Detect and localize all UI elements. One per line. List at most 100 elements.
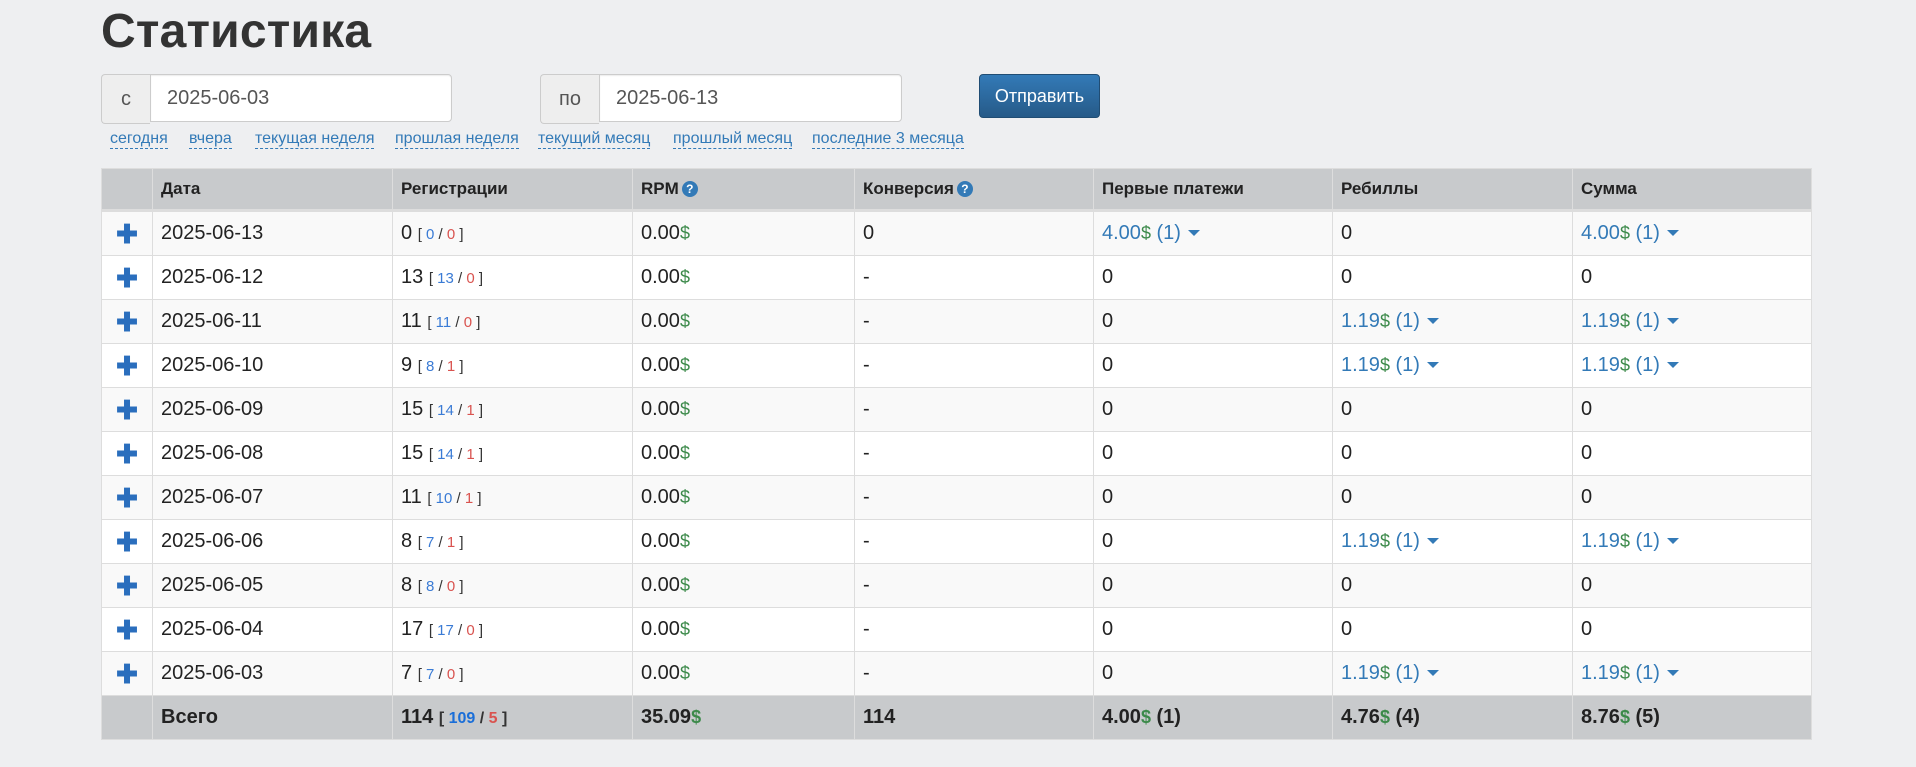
sum-amount: 1.19 [1581, 310, 1620, 332]
reg-b: 0 [466, 622, 475, 639]
expand-plus-icon[interactable]: ✚ [110, 573, 144, 599]
expand-plus-icon[interactable]: ✚ [110, 221, 144, 247]
currency-sign: $ [691, 707, 702, 727]
quick-link-last-month[interactable]: прошлый месяц [673, 130, 793, 149]
help-icon[interactable]: ? [681, 181, 698, 197]
expand-cell: ✚ [101, 475, 153, 520]
rpm-cell: 0.00$ [632, 651, 855, 696]
reg-total: 8 [401, 530, 413, 552]
sum-dropdown[interactable]: 1.19$ (1) [1581, 530, 1679, 552]
currency-sign: $ [1619, 663, 1630, 683]
reg-total: 7 [401, 662, 413, 684]
expand-plus-icon[interactable]: ✚ [110, 265, 144, 291]
rpm-value: 0.00 [641, 530, 680, 552]
expand-cell: ✚ [101, 519, 153, 564]
first-payments-cell: 0 [1093, 607, 1333, 652]
expand-cell: ✚ [101, 651, 153, 696]
registrations-cell: 11 [ 10 / 1 ] [392, 475, 633, 520]
reg-b: 0 [446, 226, 456, 243]
table-row: ✚ 2025-06-07 11 [ 10 / 1 ] 0.00$ -0 0 0 [101, 475, 1812, 520]
conversion-cell: - [854, 475, 1094, 520]
first-payments-dropdown[interactable]: 4.00$ (1) [1102, 222, 1200, 244]
first-payments-value: 0 [1102, 442, 1114, 464]
reg-a: 11 [435, 314, 452, 331]
currency-sign: $ [679, 575, 690, 595]
currency-sign: $ [679, 487, 690, 507]
first-payments-cell: 0 [1093, 387, 1333, 432]
sum-dropdown[interactable]: 1.19$ (1) [1581, 662, 1679, 684]
quick-link-yesterday[interactable]: вчера [189, 130, 232, 149]
rebills-cell: 0 [1332, 255, 1573, 300]
rpm-cell: 0.00$ [632, 343, 855, 388]
date-cell: 2025-06-03 [152, 651, 393, 696]
quick-link-today[interactable]: сегодня [110, 130, 168, 149]
expand-cell: ✚ [101, 299, 153, 344]
reg-b: 1 [466, 446, 475, 463]
reg-a: 7 [426, 534, 435, 551]
date-to-label: по [540, 74, 599, 124]
sum-cell: 1.19$ (1) [1572, 343, 1812, 388]
expand-plus-icon[interactable]: ✚ [110, 397, 144, 423]
currency-sign: $ [679, 223, 690, 243]
reg-breakdown: [ 10 / 1 ] [427, 490, 482, 507]
header-date: Дата [152, 168, 393, 212]
date-to-input[interactable] [599, 74, 902, 122]
rpm-cell: 0.00$ [632, 210, 855, 256]
reg-breakdown: [ 7 / 0 ] [417, 666, 464, 683]
help-icon[interactable]: ? [956, 181, 973, 197]
first-payments-value: 0 [1102, 398, 1114, 420]
rebills-dropdown[interactable]: 1.19$ (1) [1341, 354, 1439, 376]
rebills-cell: 1.19$ (1) [1332, 519, 1573, 564]
conversion-cell: - [854, 519, 1094, 564]
rpm-value: 0.00 [641, 662, 680, 684]
rebills-value: 0 [1341, 398, 1353, 420]
date-from-input[interactable] [150, 74, 452, 122]
rebills-dropdown[interactable]: 1.19$ (1) [1341, 310, 1439, 332]
first-payments-cell: 4.00$ (1) [1093, 210, 1333, 256]
rpm-cell: 0.00$ [632, 255, 855, 300]
reg-b: 1 [446, 358, 456, 375]
sum-amount: 4.00 [1581, 222, 1620, 244]
rebills-cell: 0 [1332, 475, 1573, 520]
rpm-cell: 0.00$ [632, 431, 855, 476]
expand-plus-icon[interactable]: ✚ [110, 617, 144, 643]
first-payments-cell: 0 [1093, 299, 1333, 344]
first-payments-value: 0 [1102, 486, 1114, 508]
expand-plus-icon[interactable]: ✚ [110, 309, 144, 335]
quick-link-this-month[interactable]: текущий месяц [538, 130, 651, 149]
quick-link-this-week[interactable]: текущая неделя [255, 130, 375, 149]
sum-dropdown[interactable]: 4.00$ (1) [1581, 222, 1679, 244]
expand-plus-icon[interactable]: ✚ [110, 353, 144, 379]
registrations-cell: 15 [ 14 / 1 ] [392, 387, 633, 432]
rebills-dropdown[interactable]: 1.19$ (1) [1341, 662, 1439, 684]
date-to-group: по [540, 74, 902, 124]
sum-dropdown[interactable]: 1.19$ (1) [1581, 354, 1679, 376]
submit-button[interactable]: Отправить [979, 74, 1100, 118]
quick-link-last-week[interactable]: прошлая неделя [395, 130, 519, 149]
rpm-value: 0.00 [641, 574, 680, 596]
sum-dropdown[interactable]: 1.19$ (1) [1581, 310, 1679, 332]
header-conversion-label: Конверсия [863, 179, 954, 198]
caret-down-icon [1426, 538, 1439, 544]
sum-cell: 0 [1572, 387, 1812, 432]
rebills-cell: 0 [1332, 431, 1573, 476]
reg-a: 13 [437, 270, 454, 287]
rpm-value: 0.00 [641, 486, 680, 508]
first-payments-value: 0 [1102, 310, 1114, 332]
expand-plus-icon[interactable]: ✚ [110, 441, 144, 467]
first-payments-value: 0 [1102, 266, 1114, 288]
total-expand-cell [101, 695, 153, 740]
reg-total: 11 [401, 486, 422, 508]
rebills-dropdown[interactable]: 1.19$ (1) [1341, 530, 1439, 552]
first-payments-cell: 0 [1093, 651, 1333, 696]
quick-link-last-3-months[interactable]: последние 3 месяца [812, 130, 964, 149]
expand-plus-icon[interactable]: ✚ [110, 661, 144, 687]
currency-sign: $ [1379, 311, 1390, 331]
reg-total: 0 [401, 222, 413, 244]
expand-plus-icon[interactable]: ✚ [110, 529, 144, 555]
expand-plus-icon[interactable]: ✚ [110, 485, 144, 511]
registrations-cell: 13 [ 13 / 0 ] [392, 255, 633, 300]
reg-b: 1 [464, 490, 474, 507]
currency-sign: $ [1379, 531, 1390, 551]
rebills-cell: 0 [1332, 387, 1573, 432]
